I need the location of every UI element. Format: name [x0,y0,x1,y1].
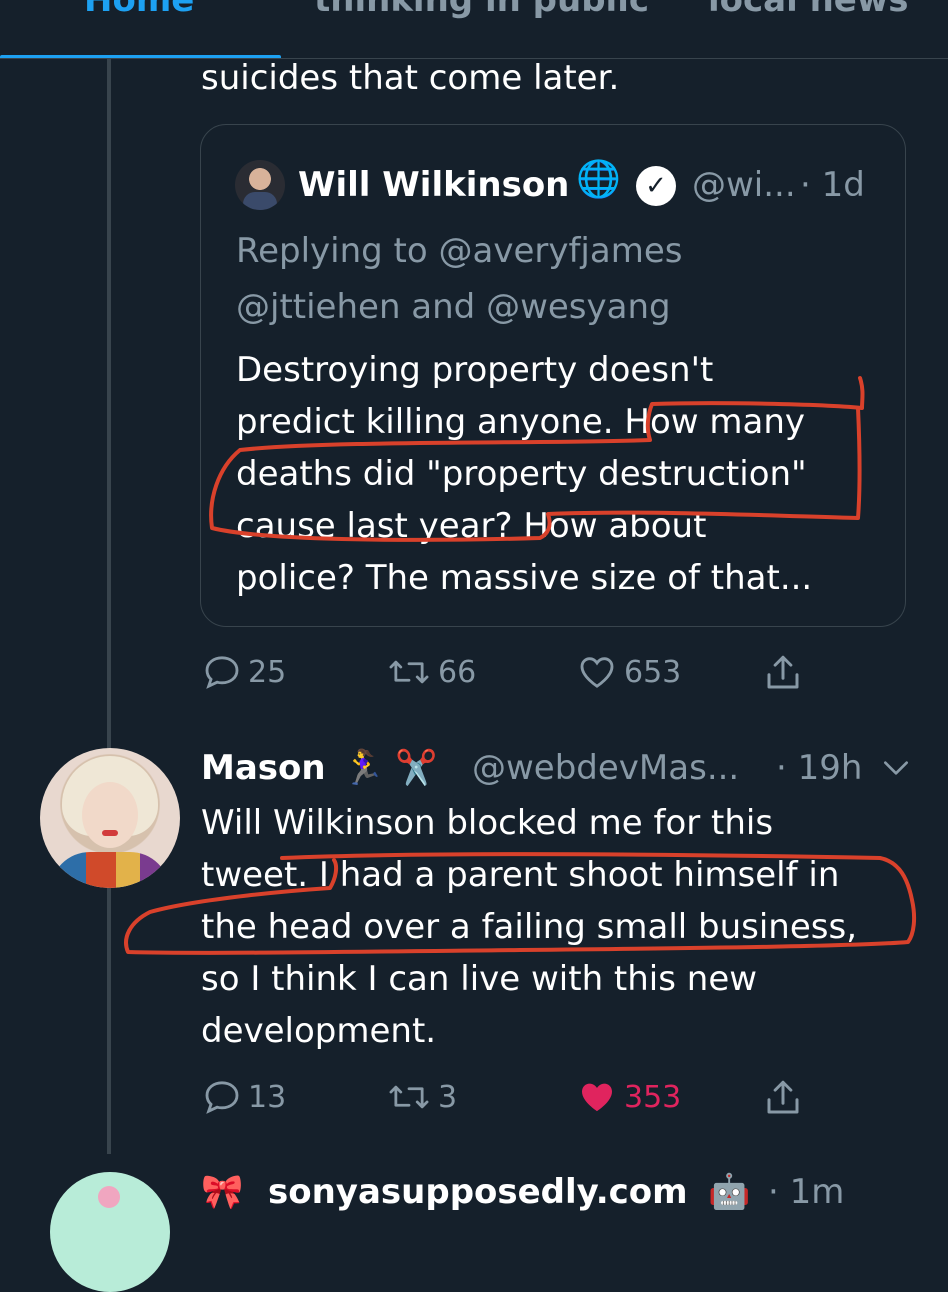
chevron-down-icon [884,761,908,775]
retweet-button[interactable]: 3 [386,1077,457,1117]
quoted-author-avatar[interactable] [235,160,285,210]
tab-thinking-in-public[interactable]: thinking in public [314,0,649,20]
tweet-menu-button[interactable] [880,754,912,786]
tab-local-news[interactable]: local news [708,0,909,20]
share-icon [767,655,799,689]
retweet-button[interactable]: 66 [386,652,476,692]
reply-author-name[interactable]: Mason [201,742,326,794]
reply-tweet-time: · 19h [776,748,863,788]
reply-body-line: tweet. I had a parent shoot himself in [201,855,840,895]
replying-to-line-2: @jttiehen and @wesyang [236,287,671,327]
globe-icon: 🌐 [576,159,621,200]
parent-tweet-text: suicides that come later. [201,58,620,98]
thread-connector-line [107,59,111,1154]
next-author-avatar[interactable] [50,1172,170,1292]
reply-author-handle[interactable]: @webdevMas... [472,742,739,794]
heart-filled-icon [582,1083,612,1112]
tab-home[interactable]: Home [84,0,194,20]
retweet-count: 3 [438,1079,458,1115]
next-author-suffix-emoji: 🤖 [708,1172,751,1212]
reply-icon [205,656,239,689]
reply-count: 13 [248,1079,287,1115]
quoted-author-handle[interactable]: @wi... [692,159,796,211]
retweet-icon [389,1085,429,1109]
quoted-body-line: predict killing anyone. How many [236,402,806,442]
share-button[interactable] [762,1077,804,1119]
like-button[interactable]: 353 [576,1077,681,1117]
heart-icon [580,657,614,688]
quoted-body-line: cause last year? How about [236,506,707,546]
quoted-body-line: Destroying property doesn't [236,350,714,390]
retweet-count: 66 [438,654,477,690]
reply-count: 25 [248,654,287,690]
like-button[interactable]: 653 [576,652,681,692]
reply-button[interactable]: 25 [202,652,286,692]
reply-body-line: the head over a failing small business, [201,907,858,947]
share-button[interactable] [762,652,804,694]
next-author-prefix-emoji: 🎀 [201,1172,244,1212]
like-count: 653 [624,654,682,690]
like-count: 353 [624,1079,682,1115]
quoted-body-line: police? The massive size of that... [236,558,813,598]
quoted-author-name[interactable]: Will Wilkinson [298,159,569,211]
next-tweet-time: · 1m [768,1172,845,1212]
replying-to-line-1: Replying to @averyfjames [236,231,683,271]
retweet-icon [389,660,429,684]
quoted-tweet-time: · 1d [800,165,865,205]
next-author-name[interactable]: sonyasupposedly.com [268,1166,688,1218]
verified-badge-icon: ✓ [636,166,676,206]
reply-body-line: development. [201,1011,437,1051]
reply-body-line: so I think I can live with this new [201,959,758,999]
quoted-body-line: deaths did "property destruction" [236,454,807,494]
reply-icon [205,1081,239,1114]
share-icon [767,1080,799,1114]
reply-author-emojis: 🏃‍♀️ ✂️ [342,748,438,788]
reply-author-avatar[interactable] [40,748,180,888]
tab-bar: Home thinking in public local news [0,0,948,58]
reply-body-line: Will Wilkinson blocked me for this [201,803,774,843]
reply-button[interactable]: 13 [202,1077,286,1117]
